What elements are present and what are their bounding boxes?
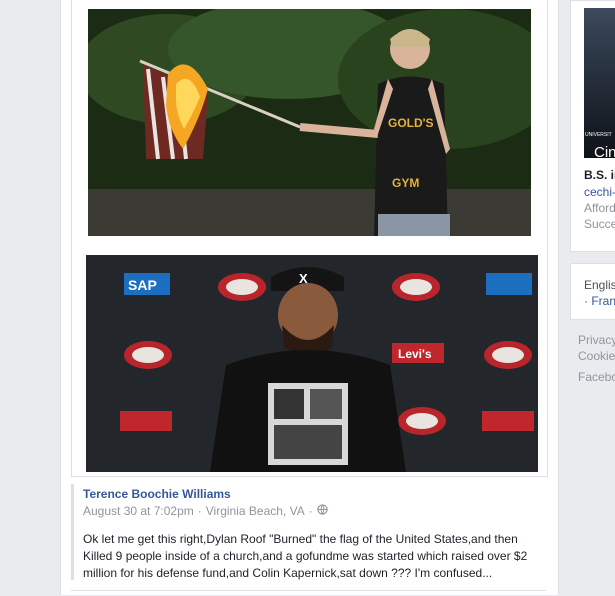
sponsor-logo-sap: SAP [128, 277, 157, 293]
ad-image[interactable]: UNIVERSIT Cin [584, 8, 615, 158]
next-post-edge [71, 590, 546, 596]
sponsor-logo-levis: Levi's [398, 347, 432, 361]
globe-icon[interactable] [317, 504, 328, 518]
post-timestamp[interactable]: August 30 at 7:02pm [83, 504, 194, 518]
post-author-link[interactable]: Terence Boochie Williams [83, 487, 231, 501]
sponsored-ad[interactable]: UNIVERSIT Cin B.S. in cechi- Afford Succ… [570, 0, 615, 252]
shirt-text-golds: GOLD'S [388, 116, 434, 130]
post-location[interactable]: Virginia Beach, VA [206, 504, 305, 518]
language-current: Englis [584, 278, 615, 292]
ad-link[interactable]: cechi- [584, 185, 615, 199]
flag-photo-illustration: GOLD'S GYM [88, 9, 531, 236]
footer-link-cookies[interactable]: Cookie [578, 349, 615, 363]
ad-description-line: Succe [584, 217, 615, 231]
language-option[interactable]: · Fran [584, 294, 615, 308]
meta-separator: · [197, 504, 202, 518]
shared-photo-flag[interactable]: GOLD'S GYM [88, 9, 531, 236]
ad-description-line: Afford [584, 201, 615, 215]
press-photo-illustration: SAP Levi's X [86, 255, 538, 472]
language-selector: Englis · Fran [570, 263, 615, 320]
ad-image-label: UNIVERSIT [585, 132, 612, 138]
ad-title[interactable]: B.S. in [584, 168, 615, 182]
footer-link-privacy[interactable]: Privacy [578, 333, 615, 347]
post-body-text: Ok let me get this right,Dylan Roof "Bur… [83, 532, 528, 580]
ad-image-word: Cin [594, 144, 615, 158]
footer-copyright: Facebo [578, 370, 615, 384]
shared-photo-press-conference[interactable]: SAP Levi's X [86, 255, 538, 472]
shirt-text-gym: GYM [392, 176, 419, 190]
post-meta: August 30 at 7:02pm · Virginia Beach, VA… [83, 504, 328, 518]
meta-separator-2: · [308, 504, 313, 518]
